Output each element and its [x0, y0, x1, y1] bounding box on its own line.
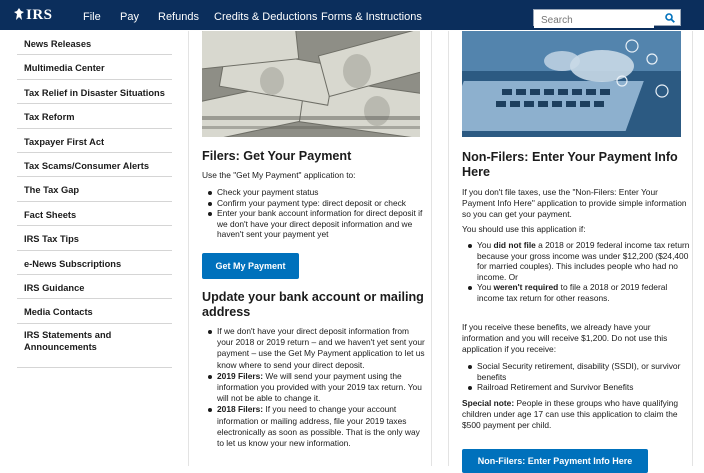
- list-item: 2018 Filers: If you need to change your …: [205, 404, 425, 449]
- sidebar: News Releases Multimedia Center Tax Reli…: [17, 31, 172, 368]
- sidebar-item-irs-tax-tips[interactable]: IRS Tax Tips: [17, 226, 172, 251]
- sidebar-item-multimedia-center[interactable]: Multimedia Center: [17, 55, 172, 80]
- list-item: Confirm your payment type: direct deposi…: [205, 198, 425, 209]
- search-input[interactable]: [534, 13, 654, 28]
- sidebar-item-news-releases[interactable]: News Releases: [17, 31, 172, 56]
- item-text: You: [477, 282, 494, 293]
- sidebar-item-tax-gap[interactable]: The Tax Gap: [17, 177, 172, 202]
- sidebar-item-tax-reform[interactable]: Tax Reform: [17, 104, 172, 129]
- nonfilers-column: Non-Filers: Enter Your Payment Info Here…: [448, 31, 693, 473]
- filers-intro: Use the "Get My Payment" application to:: [202, 170, 356, 180]
- irs-logo[interactable]: IRS: [14, 7, 53, 24]
- nav-file[interactable]: File: [83, 11, 101, 23]
- nav-pay[interactable]: Pay: [120, 11, 139, 23]
- benefits-list: Social Security retirement, disability (…: [465, 361, 690, 393]
- sidebar-item-irs-guidance[interactable]: IRS Guidance: [17, 275, 172, 300]
- bold-label: did not file: [493, 240, 536, 250]
- search-icon[interactable]: [665, 13, 675, 23]
- update-heading: Update your bank account or mailing addr…: [202, 290, 424, 319]
- laptop-photo: [462, 31, 681, 137]
- filers-bullet-list: Check your payment status Confirm your p…: [205, 187, 425, 240]
- list-item: You weren't required to file a 2018 or 2…: [465, 282, 690, 303]
- list-item: 2019 Filers: We will send your payment u…: [205, 371, 425, 405]
- filers-column: Filers: Get Your Payment Use the "Get My…: [188, 31, 432, 466]
- sidebar-item-tax-relief[interactable]: Tax Relief in Disaster Situations: [17, 80, 172, 105]
- update-bullet-list: If we don't have your direct deposit inf…: [205, 326, 425, 449]
- top-navigation-bar: IRS File Pay Refunds Credits & Deduction…: [0, 0, 704, 30]
- search-box: [533, 9, 681, 28]
- logo-text: IRS: [26, 7, 53, 23]
- filers-heading: Filers: Get Your Payment: [202, 149, 352, 163]
- nonfilers-heading: Non-Filers: Enter Your Payment Info Here: [462, 150, 678, 179]
- benefits-text: If you receive these benefits, we alread…: [462, 322, 668, 354]
- list-item: Enter your bank account information for …: [205, 208, 425, 240]
- bold-label: Special note:: [462, 398, 515, 408]
- list-item: Check your payment status: [205, 187, 425, 198]
- sidebar-item-taxpayer-first-act[interactable]: Taxpayer First Act: [17, 129, 172, 153]
- sidebar-item-enews-subscriptions[interactable]: e-News Subscriptions: [17, 251, 172, 275]
- nonfilers-enter-info-button[interactable]: Non-Filers: Enter Payment Info Here: [462, 449, 648, 473]
- should-use-text: You should use this application if:: [462, 224, 586, 234]
- sidebar-item-media-contacts[interactable]: Media Contacts: [17, 299, 172, 324]
- sidebar-item-fact-sheets[interactable]: Fact Sheets: [17, 202, 172, 227]
- bold-label: 2019 Filers:: [217, 370, 264, 381]
- eligibility-list: You did not file a 2018 or 2019 federal …: [465, 240, 690, 304]
- bold-label: weren't required: [493, 282, 559, 293]
- money-photo: [202, 31, 420, 137]
- nav-forms-instructions[interactable]: Forms & Instructions: [321, 11, 422, 23]
- list-item: Railroad Retirement and Survivor Benefit…: [465, 382, 690, 393]
- list-item: If we don't have your direct deposit inf…: [205, 326, 425, 371]
- special-note: Special note: People in these groups who…: [462, 398, 687, 431]
- bold-label: 2018 Filers:: [217, 404, 264, 415]
- nav-credits-deductions[interactable]: Credits & Deductions: [214, 11, 317, 23]
- list-item: Social Security retirement, disability (…: [465, 361, 690, 382]
- nav-refunds[interactable]: Refunds: [158, 11, 199, 23]
- sidebar-item-tax-scams[interactable]: Tax Scams/Consumer Alerts: [17, 153, 172, 178]
- list-item: You did not file a 2018 or 2019 federal …: [465, 240, 690, 282]
- get-my-payment-button[interactable]: Get My Payment: [202, 253, 299, 279]
- item-text: You: [477, 240, 494, 250]
- nonfilers-intro: If you don't file taxes, use the "Non-Fi…: [462, 187, 687, 219]
- sidebar-item-irs-statements[interactable]: IRS Statements and Announcements: [17, 324, 172, 368]
- eagle-icon: [14, 8, 24, 20]
